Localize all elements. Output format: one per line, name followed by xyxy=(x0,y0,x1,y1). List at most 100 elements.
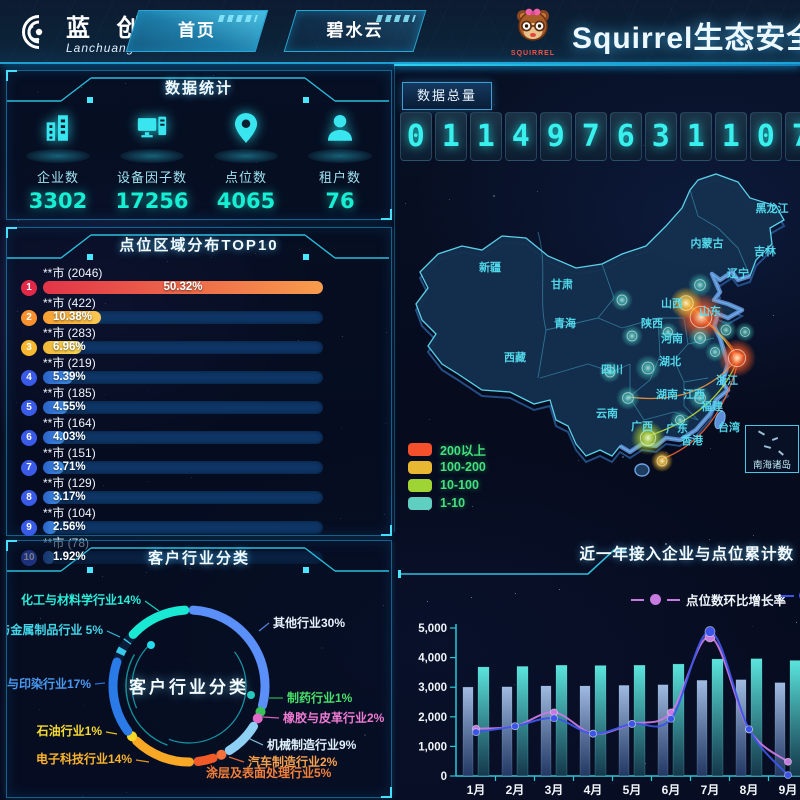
rank-badge: 5 xyxy=(21,400,37,416)
stat-item: 设备因子数17256 xyxy=(106,111,198,213)
page-title: Squirrel生态安全云平台 xyxy=(572,13,800,57)
bar-enterprise xyxy=(658,685,668,776)
legend-label: 1-10 xyxy=(440,496,465,510)
top10-row-label: **市 (283) xyxy=(43,326,391,340)
location-pin-icon xyxy=(200,111,292,157)
counter-digit: 0 xyxy=(750,112,782,161)
top10-bar-track: 50.32% xyxy=(43,281,323,294)
legend-swatch xyxy=(408,497,432,510)
dashboard-root: { "colors":{"accent":"#35dcf0","panel_bo… xyxy=(0,0,800,800)
bar-enterprise xyxy=(619,685,629,776)
south-china-sea-inset: 南海诸岛 xyxy=(745,425,799,473)
stat-label: 点位数 xyxy=(200,167,292,186)
stat-item: 企业数 3302 xyxy=(12,111,104,213)
donut-segment-label: 橡胶与皮革行业2% xyxy=(283,710,385,725)
bar-enterprise xyxy=(736,680,746,776)
industry-donut-chart: 其他行业30%制药行业1%橡胶与皮革行业2%机械制造行业9%汽车制造行业2%涂层… xyxy=(7,541,391,797)
stat-label: 企业数 xyxy=(12,167,104,186)
top10-bar-track: 6.96% xyxy=(43,341,323,354)
counter-digit: 1 xyxy=(715,112,747,161)
top10-bar-track: 3.71% xyxy=(43,461,323,474)
province-label: 河南 xyxy=(661,331,683,345)
panel-yearly-chart: 近一年接入企业与点位累计数 点位数环比增长率 01,0002,0003,0004… xyxy=(398,540,800,800)
legend-swatch xyxy=(408,479,432,492)
top10-percent: 2.56% xyxy=(53,521,86,534)
counter-digit: 1 xyxy=(470,112,502,161)
data-total-counter: 011497631107 xyxy=(400,112,800,161)
y-axis-tick: 5,000 xyxy=(418,623,447,635)
y-axis-tick: 2,000 xyxy=(418,712,447,724)
province-label: 甘肃 xyxy=(551,277,573,291)
counter-digit: 6 xyxy=(610,112,642,161)
panel-customer-industry: 客户行业分类 其他行业30%制药行业1%橡胶与皮革行业2%机械制造行业9%汽车制… xyxy=(6,540,392,798)
top10-row: **市 (151)73.71% xyxy=(21,446,391,474)
legend-label: 10-100 xyxy=(440,478,479,492)
stat-value: 76 xyxy=(294,189,386,213)
counter-digit: 4 xyxy=(505,112,537,161)
right-top-divider xyxy=(394,64,800,66)
right-left-divider xyxy=(394,64,395,532)
counter-digit: 7 xyxy=(785,112,800,161)
top10-row: **市 (164)64.03% xyxy=(21,416,391,444)
province-label: 山西 xyxy=(661,296,683,310)
top10-row-label: **市 (219) xyxy=(43,356,391,370)
rank-badge: 9 xyxy=(21,520,37,536)
top10-row: **市 (185) 5 4.55% xyxy=(21,386,391,414)
x-axis-label: 3月 xyxy=(545,783,564,797)
stat-item: 点位数 4065 xyxy=(200,111,292,213)
monitor-icon xyxy=(106,111,198,157)
top10-percent: 6.96% xyxy=(53,341,86,354)
bar-enterprise xyxy=(697,680,707,776)
stat-label: 租户数 xyxy=(294,167,386,186)
y-axis-tick: 3,000 xyxy=(418,682,447,694)
top10-bar-track: 4.55% xyxy=(43,401,323,414)
province-label: 陕西 xyxy=(641,316,663,330)
province-label: 西藏 xyxy=(504,350,526,364)
province-label: 新疆 xyxy=(479,260,501,274)
stats-panel-title: 数据统计 xyxy=(7,77,391,98)
stat-value: 4065 xyxy=(200,189,292,213)
tab-bishuiyun[interactable]: 碧水云 xyxy=(284,10,427,52)
stat-value: 3302 xyxy=(12,189,104,213)
tab-home[interactable]: 首页 xyxy=(126,10,269,52)
donut-segment-label: 化工与材料学行业14% xyxy=(21,592,141,607)
rank-badge: 4 xyxy=(21,370,37,386)
mascot-caption: SQUIRREL xyxy=(506,50,560,57)
top10-row-label: **市 (422) xyxy=(43,296,391,310)
top10-percent: 5.39% xyxy=(53,371,86,384)
top10-row: **市 (283)36.96% xyxy=(21,326,391,354)
province-label: 黑龙江 xyxy=(756,201,789,215)
legend-swatch xyxy=(408,443,432,456)
province-label: 湖北 xyxy=(659,354,681,368)
top10-bar-track: 10.38% xyxy=(43,311,323,324)
top10-row: **市 (129)83.17% xyxy=(21,476,391,504)
top10-percent: 3.71% xyxy=(53,461,86,474)
stat-item: 租户数 76 xyxy=(294,111,386,213)
counter-digit: 0 xyxy=(400,112,432,161)
province-label: 湖南 xyxy=(656,387,678,401)
data-total-badge: 数据总量 xyxy=(402,82,492,110)
top10-row: **市 (219) 4 5.39% xyxy=(21,356,391,384)
top10-bar-track: 4.03% xyxy=(43,431,323,444)
top10-row-label: **市 (185) xyxy=(43,386,391,400)
user-icon xyxy=(294,111,386,157)
donut-segment-label: 制药行业1% xyxy=(287,690,353,705)
top10-percent: 4.03% xyxy=(53,431,86,444)
x-axis-label: 4月 xyxy=(584,783,603,797)
top10-row-label: **市 (164) xyxy=(43,416,391,430)
squirrel-mascot-icon: SQUIRREL xyxy=(506,4,560,57)
top10-bar-track: 2.56% xyxy=(43,521,323,534)
counter-digit: 3 xyxy=(645,112,677,161)
x-axis-label: 9月 xyxy=(779,783,798,797)
x-axis-label: 8月 xyxy=(740,783,759,797)
donut-segment-label: 涂层及表面处理行业5% xyxy=(206,765,332,780)
building-icon xyxy=(12,111,104,157)
province-label: 内蒙古 xyxy=(691,236,724,250)
top10-row: **市 (104)92.56% xyxy=(21,506,391,534)
province-label: 浙江 xyxy=(716,373,738,387)
y-axis-tick: 1,000 xyxy=(418,741,447,753)
legend-label: 200以上 xyxy=(440,440,486,459)
top10-panel-title: 点位区域分布TOP10 xyxy=(7,234,391,255)
map-legend-item: 100-200 xyxy=(408,458,486,476)
province-label: 青海 xyxy=(554,316,576,330)
